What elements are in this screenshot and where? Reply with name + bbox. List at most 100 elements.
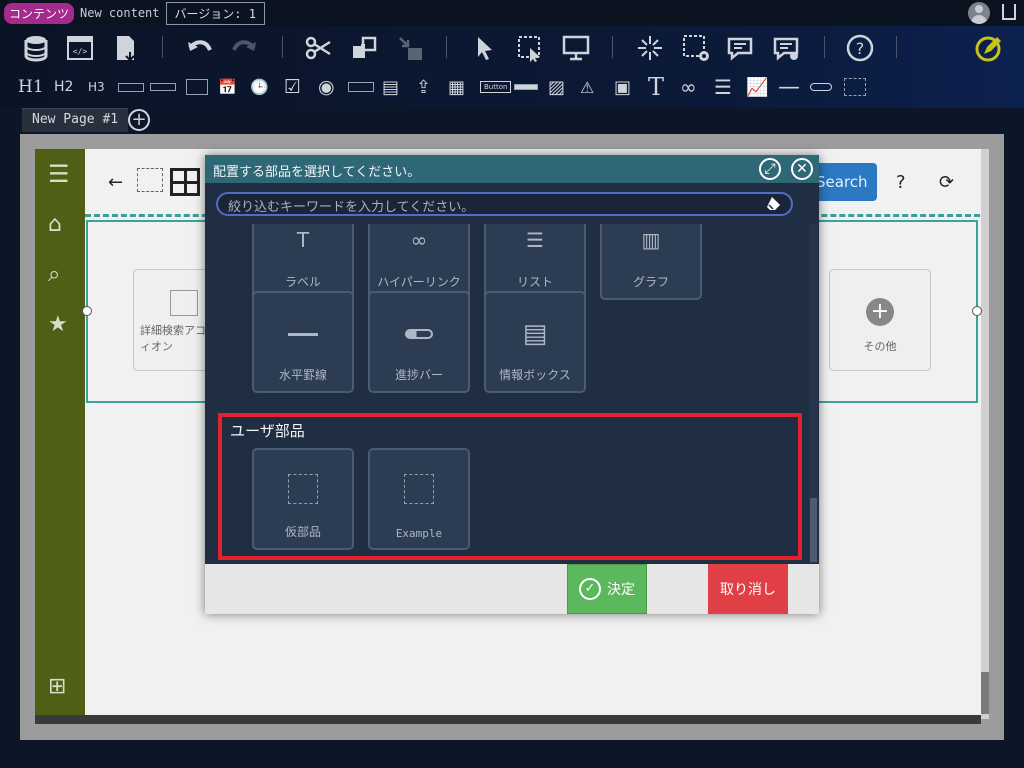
star-icon[interactable]: ★ [48,312,68,337]
ok-label: 決定 [607,582,635,598]
resize-handle-left[interactable] [82,306,92,316]
label-icon: T [296,228,310,252]
part-tile-progress-bar[interactable]: 進捗バー [368,291,470,393]
part-tile-horizontal-rule[interactable]: 水平罫線 [252,291,354,393]
comment-settings-icon[interactable] [770,32,802,64]
panel-icon[interactable] [186,74,208,100]
canvas-scroll-thumb[interactable] [981,672,989,714]
part-tile-list[interactable]: ☰ リスト [484,224,586,300]
radio-icon[interactable]: ◉ [318,74,335,100]
grid-menu-icon[interactable] [170,168,200,196]
toolbar-separator [446,36,447,58]
dialog-scroll-thumb[interactable] [810,498,817,562]
text-icon[interactable]: T [648,73,664,101]
info-box-icon: ▤ [522,319,548,349]
text-area-icon[interactable] [150,74,176,100]
part-tile-name: グラフ [632,275,669,289]
link-icon: ∞ [410,228,428,252]
part-tile-name: 進捗バー [394,368,443,382]
text-field-icon[interactable] [118,74,144,100]
copy-icon[interactable] [348,32,380,64]
part-tile-label[interactable]: T ラベル [252,224,354,300]
hamburger-icon[interactable]: ☰ [48,160,70,188]
redo-icon[interactable] [228,32,260,64]
table-icon[interactable]: ▦ [448,74,465,100]
cancel-button[interactable]: 取り消し [708,564,788,614]
ok-button[interactable]: ✓ 決定 [567,564,647,614]
part-tile-graph[interactable]: ▥ グラフ [600,224,702,300]
h1-button[interactable]: H1 [18,74,44,100]
card-label: その他 [863,340,897,353]
image-icon[interactable]: ▨ [548,74,565,100]
content-badge: コンテンツ [4,2,75,24]
eraser-icon[interactable] [766,195,782,211]
clock-icon[interactable]: 🕒 [250,74,269,100]
pencil-icon[interactable] [972,32,1004,64]
frame-icon[interactable]: ▣ [614,74,631,100]
add-page-icon[interactable]: + [128,109,150,131]
pointer-icon[interactable] [468,32,500,64]
horizontal-rule-icon [254,333,352,336]
sparkle-icon[interactable] [634,32,666,64]
toolbar-separator [824,36,825,58]
part-tile-name: 水平罫線 [278,368,327,382]
sitemap-icon[interactable]: ⊞ [48,674,66,699]
user-avatar-icon[interactable] [968,2,990,24]
back-arrow-icon[interactable]: ← [108,172,123,193]
document-download-icon[interactable] [110,32,142,64]
h3-button[interactable]: H3 [88,74,105,100]
undo-icon[interactable] [184,32,216,64]
user-parts-highlight [218,413,802,560]
horizontal-rule-icon[interactable]: — [778,74,800,100]
list-box-icon[interactable]: ▤ [382,74,399,100]
version-selector[interactable]: バージョン: 1 [165,1,265,25]
home-icon[interactable]: ⌂ [48,212,62,237]
part-tile-name: リスト [516,275,553,289]
refresh-icon[interactable]: ⟳ [939,172,954,193]
list-icon[interactable]: ☰ [714,74,732,100]
help-icon[interactable]: ? [844,32,876,64]
tab-row [0,108,1024,134]
part-tile-name: ハイパーリンク [377,275,461,289]
cut-icon[interactable] [302,32,334,64]
checkbox-icon[interactable]: ☑ [284,74,301,100]
part-tile-info-box[interactable]: ▤ 情報ボックス [484,291,586,393]
html-icon[interactable]: </> [64,32,96,64]
expand-icon[interactable]: ⤢ [759,158,781,180]
database-icon[interactable] [20,32,52,64]
slider-icon[interactable] [514,74,538,100]
keyword-filter-input[interactable]: 絞り込むキーワードを入力してください。 [216,192,793,216]
select-region-icon[interactable] [514,32,546,64]
tab-new-page-1[interactable]: New Page #1 [22,108,129,132]
paste-icon[interactable] [394,32,426,64]
select-icon[interactable] [348,74,374,100]
button-icon[interactable]: Button [480,74,512,100]
h2-button[interactable]: H2 [54,74,73,100]
resize-handle-right[interactable] [972,306,982,316]
help-link[interactable]: ? [896,172,906,193]
placeholder-icon[interactable] [844,74,866,100]
power-icon[interactable] [1002,4,1016,20]
content-name[interactable]: New content [80,6,159,20]
calendar-icon[interactable]: 📅 [218,74,237,100]
search-button[interactable]: Search [812,163,877,201]
logo-image-icon [137,168,163,192]
region-settings-icon[interactable] [680,32,712,64]
chart-icon[interactable]: 📈 [746,74,768,100]
toolbar-separator [282,36,283,58]
close-icon[interactable]: ✕ [791,158,813,180]
alert-settings-icon[interactable]: ⚠ [580,74,594,100]
top-bar: コンテンツ New content バージョン: 1 [0,0,1024,26]
canvas-scrollbar[interactable] [981,149,989,719]
progress-bar-icon[interactable] [810,74,832,100]
search-icon[interactable]: ⌕ [48,262,60,287]
comment-edit-icon[interactable] [724,32,756,64]
part-tile-name: 情報ボックス [499,368,571,382]
file-upload-icon[interactable]: ⇪ [416,74,431,100]
part-tile-hyperlink[interactable]: ∞ ハイパーリンク [368,224,470,300]
card-other[interactable]: + その他 [829,269,931,371]
monitor-icon[interactable] [560,32,592,64]
toolbar-separator [162,36,163,58]
link-icon[interactable]: ∞ [680,74,697,100]
toolbar-separator [612,36,613,58]
